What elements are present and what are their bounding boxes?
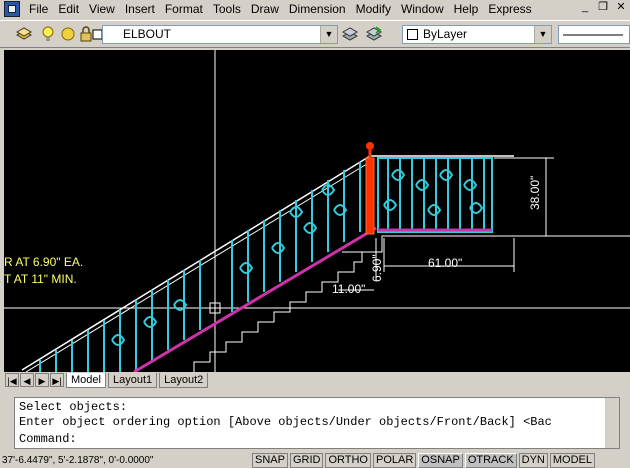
menu-file[interactable]: File [24, 0, 53, 18]
menu-draw[interactable]: Draw [246, 0, 284, 18]
window-controls: _ ❐ ✕ [578, 1, 628, 15]
restore-icon[interactable]: ❐ [596, 1, 610, 15]
grid-toggle[interactable]: GRID [289, 453, 324, 468]
stair-steps [193, 235, 630, 372]
color-box-icon [407, 29, 418, 40]
dimension-height [494, 157, 554, 237]
ortho-toggle[interactable]: ORTHO [325, 453, 371, 468]
layer-previous-icon[interactable] [366, 26, 382, 42]
command-history-line: Enter object ordering option [Above obje… [19, 415, 552, 429]
next-tab-icon[interactable]: ▶ [35, 373, 49, 387]
dimension-height-label: 38.00" [528, 175, 542, 210]
coordinate-readout: 37'-6.4479", 5'-2.1878", 0'-0.0000" [2, 455, 154, 466]
linetype-preview-icon [563, 34, 623, 36]
menu-help[interactable]: Help [449, 0, 484, 18]
menu-express[interactable]: Express [483, 0, 536, 18]
layer-properties-icon[interactable] [16, 26, 32, 42]
menu-dimension[interactable]: Dimension [284, 0, 351, 18]
layers-toolbar: ELBOUT ▼ ByLayer ▼ [0, 20, 630, 48]
status-bar: 37'-6.4479", 5'-2.1878", 0'-0.0000" SNAP… [0, 453, 630, 468]
otrack-toggle[interactable]: OTRACK [464, 453, 517, 468]
close-icon[interactable]: ✕ [614, 1, 628, 15]
sun-icon[interactable] [60, 26, 76, 42]
stair-base-rail [133, 226, 377, 372]
command-window[interactable]: Select objects: Enter object ordering op… [14, 397, 620, 449]
minimize-icon[interactable]: _ [578, 1, 592, 15]
autocad-app-icon[interactable] [4, 1, 20, 17]
stair-railing-drawing [4, 50, 630, 372]
prev-tab-icon[interactable]: ◀ [20, 373, 34, 387]
command-history-line: Select objects: [19, 400, 128, 414]
dimension-tread-label: 11.00" [332, 282, 366, 296]
menu-edit[interactable]: Edit [53, 0, 84, 18]
command-prompt[interactable]: Command: [19, 433, 77, 446]
menu-window[interactable]: Window [396, 0, 449, 18]
layer-dropdown[interactable]: ELBOUT ▼ [102, 25, 338, 44]
horizontal-scrollbar[interactable] [214, 373, 630, 387]
lightbulb-icon[interactable] [40, 26, 56, 42]
tab-layout1[interactable]: Layout1 [107, 372, 158, 388]
layout-tabs: |◀ ◀ ▶ ▶| Model Layout1 Layout2 [4, 372, 630, 388]
chevron-down-icon[interactable]: ▼ [320, 26, 337, 43]
tab-layout2[interactable]: Layout2 [159, 372, 209, 388]
dyn-toggle[interactable]: DYN [518, 453, 548, 468]
menu-insert[interactable]: Insert [120, 0, 160, 18]
menu-modify[interactable]: Modify [351, 0, 396, 18]
layer-dropdown-value: ELBOUT [123, 27, 172, 41]
color-dropdown-value: ByLayer [423, 27, 468, 41]
model-toggle[interactable]: MODEL [549, 453, 596, 468]
command-scrollbar[interactable] [605, 398, 619, 448]
menu-format[interactable]: Format [160, 0, 208, 18]
make-layer-current-icon[interactable] [342, 26, 358, 42]
polar-toggle[interactable]: POLAR [373, 453, 417, 468]
last-tab-icon[interactable]: ▶| [50, 373, 64, 387]
menu-bar: File Edit View Insert Format Tools Draw … [0, 0, 630, 18]
menu-view[interactable]: View [84, 0, 120, 18]
drawing-canvas[interactable]: R AT 6.90" EA. T AT 11" MIN. 38.00" 61.0… [4, 50, 630, 372]
landing-balusters [377, 157, 493, 233]
dimension-width-label: 61.00" [428, 256, 463, 270]
color-dropdown[interactable]: ByLayer ▼ [402, 25, 552, 44]
chevron-down-icon[interactable]: ▼ [534, 26, 551, 43]
annotation-riser: R AT 6.90" EA. [4, 255, 84, 269]
annotation-tread: T AT 11" MIN. [4, 272, 77, 286]
menu-tools[interactable]: Tools [208, 0, 246, 18]
dimension-rise-label: 6.90" [370, 254, 384, 282]
tab-model[interactable]: Model [66, 372, 106, 388]
osnap-toggle[interactable]: OSNAP [418, 453, 463, 468]
snap-toggle[interactable]: SNAP [252, 453, 288, 468]
linetype-dropdown[interactable] [558, 25, 630, 44]
first-tab-icon[interactable]: |◀ [5, 373, 19, 387]
